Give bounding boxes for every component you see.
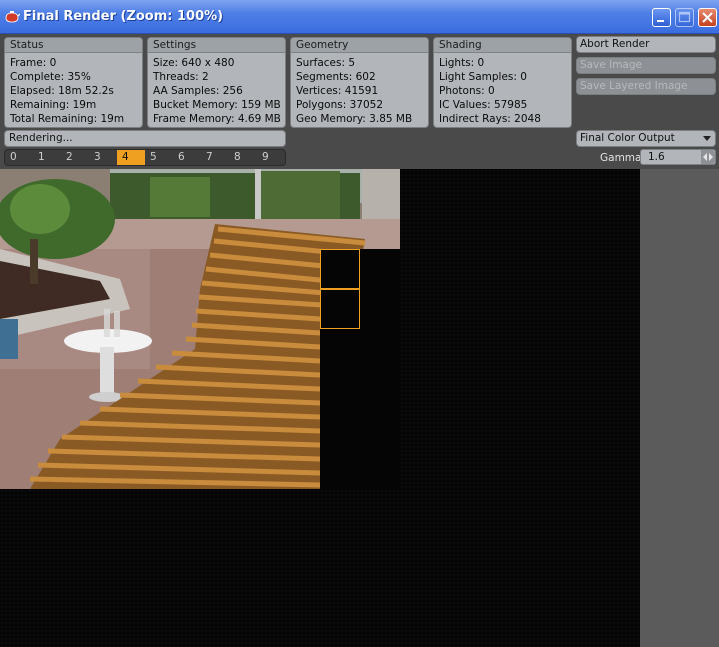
bucket-item[interactable]: 2 (61, 150, 89, 165)
settings-row: Frame Memory: 4.69 MB (153, 113, 281, 125)
status-header: Status (5, 38, 142, 53)
render-info-panel: Status Frame: 0 Complete: 35% Elapsed: 1… (0, 34, 719, 169)
settings-header: Settings (148, 38, 285, 53)
close-icon (702, 12, 713, 23)
rendered-image (0, 169, 400, 489)
geometry-row: Polygons: 37052 (296, 99, 384, 111)
window-title: Final Render (Zoom: 100%) (23, 9, 224, 24)
bucket-item[interactable]: 6 (173, 150, 201, 165)
settings-row: Bucket Memory: 159 MB (153, 99, 281, 111)
geometry-box: Geometry Surfaces: 5 Segments: 602 Verti… (290, 37, 429, 128)
geometry-row: Segments: 602 (296, 71, 376, 83)
render-status-bar: Rendering... (4, 130, 286, 147)
status-row: Complete: 35% (10, 71, 91, 83)
shading-row: Lights: 0 (439, 57, 485, 69)
bucket-item[interactable]: 8 (229, 150, 257, 165)
status-row: Elapsed: 18m 52.2s (10, 85, 114, 97)
shading-row: Photons: 0 (439, 85, 495, 97)
viewport-side-gutter (640, 169, 719, 647)
maximize-icon (678, 11, 691, 23)
shading-row: Light Samples: 0 (439, 71, 527, 83)
settings-row: Size: 640 x 480 (153, 57, 235, 69)
status-box: Status Frame: 0 Complete: 35% Elapsed: 1… (4, 37, 143, 128)
maximize-button[interactable] (675, 8, 694, 27)
settings-box: Settings Size: 640 x 480 Threads: 2 AA S… (147, 37, 286, 128)
bucket-item[interactable]: 0 (5, 150, 33, 165)
shading-header: Shading (434, 38, 571, 53)
bucket-item-active[interactable]: 4 (117, 150, 145, 165)
bucket-item[interactable]: 9 (257, 150, 285, 165)
geometry-row: Vertices: 41591 (296, 85, 379, 97)
gamma-input[interactable]: 1.6 (640, 149, 716, 165)
shading-row: Indirect Rays: 2048 (439, 113, 541, 125)
output-select-value: Final Color Output (580, 132, 675, 144)
settings-row: AA Samples: 256 (153, 85, 243, 97)
save-layered-image-button[interactable]: Save Layered Image (576, 78, 716, 95)
shading-box: Shading Lights: 0 Light Samples: 0 Photo… (433, 37, 572, 128)
render-bucket-outline (320, 289, 360, 329)
minimize-icon (657, 20, 664, 22)
bucket-item[interactable]: 3 (89, 150, 117, 165)
status-row: Remaining: 19m (10, 99, 97, 111)
bucket-selector[interactable]: 0 1 2 3 4 5 6 7 8 9 (4, 149, 286, 166)
settings-row: Threads: 2 (153, 71, 209, 83)
close-button[interactable] (698, 8, 717, 27)
geometry-header: Geometry (291, 38, 428, 53)
geometry-row: Geo Memory: 3.85 MB (296, 113, 413, 125)
bucket-item[interactable]: 7 (201, 150, 229, 165)
bucket-item[interactable]: 1 (33, 150, 61, 165)
render-viewport[interactable] (0, 169, 640, 647)
bucket-item[interactable]: 5 (145, 150, 173, 165)
save-image-button[interactable]: Save Image (576, 57, 716, 74)
render-status-text: Rendering... (9, 132, 73, 144)
status-row: Total Remaining: 19m (10, 113, 125, 125)
render-bucket-outline (320, 249, 360, 289)
title-bar[interactable]: Final Render (Zoom: 100%) (0, 0, 719, 34)
stepper-arrows-icon[interactable] (701, 150, 715, 164)
geometry-row: Surfaces: 5 (296, 57, 356, 69)
abort-render-button[interactable]: Abort Render (576, 36, 716, 53)
gamma-value: 1.6 (648, 151, 665, 163)
output-select[interactable]: Final Color Output (576, 130, 716, 147)
chevron-down-icon (703, 136, 711, 141)
status-row: Frame: 0 (10, 57, 57, 69)
minimize-button[interactable] (652, 8, 671, 27)
render-teapot-icon (5, 11, 20, 23)
gamma-label: Gamma (600, 152, 642, 164)
shading-row: IC Values: 57985 (439, 99, 528, 111)
